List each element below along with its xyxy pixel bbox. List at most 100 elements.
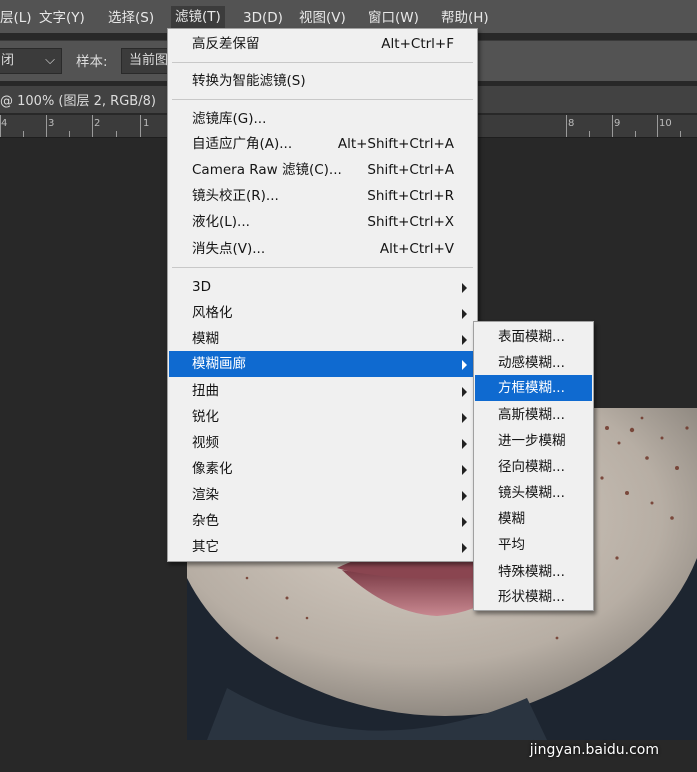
chevron-down-icon: ⌵: [45, 53, 55, 68]
menu-item-shortcut: Shift+Ctrl+R: [367, 188, 454, 204]
menu-item-pixelate[interactable]: 像素化: [169, 456, 476, 482]
menu-item-blur[interactable]: 模糊: [169, 326, 476, 352]
submenu-arrow-icon: [462, 465, 467, 475]
menu-item-blur-gallery[interactable]: 模糊画廊: [169, 351, 476, 377]
menu-item-label: 表面模糊...: [498, 329, 565, 345]
submenu-item-radial-blur[interactable]: 径向模糊...: [475, 454, 592, 480]
submenu-item-smart-blur[interactable]: 特殊模糊...: [475, 559, 592, 585]
menu-item-liquify[interactable]: 液化(L)... Shift+Ctrl+X: [169, 209, 476, 235]
menu-item-stylize[interactable]: 风格化: [169, 300, 476, 326]
menu-3d[interactable]: 3D(D): [243, 8, 283, 28]
menu-item-label: 动感模糊...: [498, 355, 565, 371]
submenu-item-gaussian-blur[interactable]: 高斯模糊...: [475, 402, 592, 428]
menu-item-high-pass[interactable]: 高反差保留 Alt+Ctrl+F: [169, 31, 476, 57]
menu-item-label: 模糊画廊: [192, 356, 246, 372]
submenu-item-shape-blur[interactable]: 形状模糊...: [475, 584, 592, 610]
submenu-arrow-icon: [462, 360, 467, 370]
menu-item-label: 模糊: [192, 331, 219, 347]
sample-label: 样本:: [76, 54, 108, 70]
menu-item-label: 特殊模糊...: [498, 564, 565, 580]
menu-item-label: 扭曲: [192, 383, 219, 399]
menu-item-label: 风格化: [192, 305, 233, 321]
ruler-label: 4: [1, 118, 8, 129]
menu-item-label: 形状模糊...: [498, 589, 565, 605]
menu-separator: [172, 62, 473, 63]
mode-select[interactable]: 闭 ⌵: [0, 48, 62, 74]
menu-item-label: 液化(L)...: [192, 214, 250, 230]
ruler-label: 1: [143, 118, 150, 129]
submenu-item-box-blur[interactable]: 方框模糊...: [475, 375, 592, 401]
blur-submenu: 表面模糊... 动感模糊... 方框模糊... 高斯模糊... 进一步模糊 径向…: [473, 321, 594, 611]
menu-select[interactable]: 选择(S): [108, 8, 154, 28]
menu-item-render[interactable]: 渲染: [169, 482, 476, 508]
ruler-label: 8: [568, 118, 575, 129]
menu-filter[interactable]: 滤镜(T): [171, 6, 225, 28]
submenu-arrow-icon: [462, 387, 467, 397]
menu-item-label: Camera Raw 滤镜(C)...: [192, 162, 342, 178]
submenu-arrow-icon: [462, 335, 467, 345]
submenu-arrow-icon: [462, 543, 467, 553]
menu-item-label: 消失点(V)...: [192, 241, 266, 257]
menu-item-label: 径向模糊...: [498, 459, 565, 475]
menu-separator: [172, 267, 473, 268]
submenu-item-blur[interactable]: 模糊: [475, 506, 592, 532]
menu-item-label: 进一步模糊: [498, 433, 566, 449]
menu-item-camera-raw[interactable]: Camera Raw 滤镜(C)... Shift+Ctrl+A: [169, 157, 476, 183]
submenu-arrow-icon: [462, 283, 467, 293]
menu-item-other[interactable]: 其它: [169, 534, 476, 560]
menu-help[interactable]: 帮助(H): [441, 8, 489, 28]
submenu-arrow-icon: [462, 517, 467, 527]
menu-item-label: 杂色: [192, 513, 219, 529]
menu-item-shortcut: Alt+Ctrl+V: [379, 241, 454, 257]
document-title: @ 100% (图层 2, RGB/8): [0, 94, 156, 109]
ruler-label: 2: [94, 118, 101, 129]
menu-item-vanishing-point[interactable]: 消失点(V)... Alt+Ctrl+V: [169, 236, 476, 262]
menu-item-distort[interactable]: 扭曲: [169, 378, 476, 404]
ruler-label: 9: [614, 118, 621, 129]
menu-item-3d[interactable]: 3D: [169, 274, 476, 300]
menu-item-label: 自适应广角(A)...: [192, 136, 293, 152]
menu-view[interactable]: 视图(V): [299, 8, 346, 28]
menu-item-label: 方框模糊...: [498, 380, 565, 396]
watermark: jingyan.baidu.com: [529, 742, 659, 758]
menu-item-label: 镜头校正(R)...: [192, 188, 279, 204]
ruler-label: 10: [659, 118, 672, 129]
menu-item-video[interactable]: 视频: [169, 430, 476, 456]
submenu-item-average[interactable]: 平均: [475, 532, 592, 558]
menu-layer[interactable]: 层(L): [0, 8, 32, 28]
menu-item-label: 高斯模糊...: [498, 407, 565, 423]
ruler-label: 3: [48, 118, 55, 129]
menu-item-label: 高反差保留: [192, 36, 260, 52]
menu-window[interactable]: 窗口(W): [368, 8, 419, 28]
submenu-item-lens-blur[interactable]: 镜头模糊...: [475, 480, 592, 506]
menu-item-filter-gallery[interactable]: 滤镜库(G)...: [169, 106, 476, 132]
submenu-arrow-icon: [462, 309, 467, 319]
menu-item-label: 像素化: [192, 461, 233, 477]
menu-item-label: 渲染: [192, 487, 219, 503]
menu-item-shortcut: Alt+Ctrl+F: [381, 36, 454, 52]
menu-item-shortcut: Alt+Shift+Ctrl+A: [337, 136, 454, 152]
menu-item-adaptive-wide-angle[interactable]: 自适应广角(A)... Alt+Shift+Ctrl+A: [169, 131, 476, 157]
menu-type[interactable]: 文字(Y): [39, 8, 85, 28]
sample-select-value: 当前图: [129, 53, 169, 68]
submenu-item-motion-blur[interactable]: 动感模糊...: [475, 350, 592, 376]
menu-item-lens-correction[interactable]: 镜头校正(R)... Shift+Ctrl+R: [169, 183, 476, 209]
submenu-arrow-icon: [462, 439, 467, 449]
submenu-arrow-icon: [462, 413, 467, 423]
menu-item-label: 其它: [192, 539, 219, 555]
menu-item-sharpen[interactable]: 锐化: [169, 404, 476, 430]
menu-item-shortcut: Shift+Ctrl+A: [367, 162, 454, 178]
submenu-item-surface-blur[interactable]: 表面模糊...: [475, 324, 592, 350]
menu-item-label: 平均: [498, 537, 525, 553]
menu-item-label: 镜头模糊...: [498, 485, 565, 501]
menu-item-shortcut: Shift+Ctrl+X: [367, 214, 454, 230]
mode-select-value: 闭: [1, 53, 15, 68]
menu-item-label: 滤镜库(G)...: [192, 111, 267, 127]
menu-item-noise[interactable]: 杂色: [169, 508, 476, 534]
submenu-item-blur-more[interactable]: 进一步模糊: [475, 428, 592, 454]
menu-item-label: 3D: [192, 279, 211, 295]
submenu-arrow-icon: [462, 491, 467, 501]
menu-item-label: 模糊: [498, 511, 525, 527]
menu-item-convert-smart-filter[interactable]: 转换为智能滤镜(S): [169, 68, 476, 94]
menu-item-label: 锐化: [192, 409, 219, 425]
